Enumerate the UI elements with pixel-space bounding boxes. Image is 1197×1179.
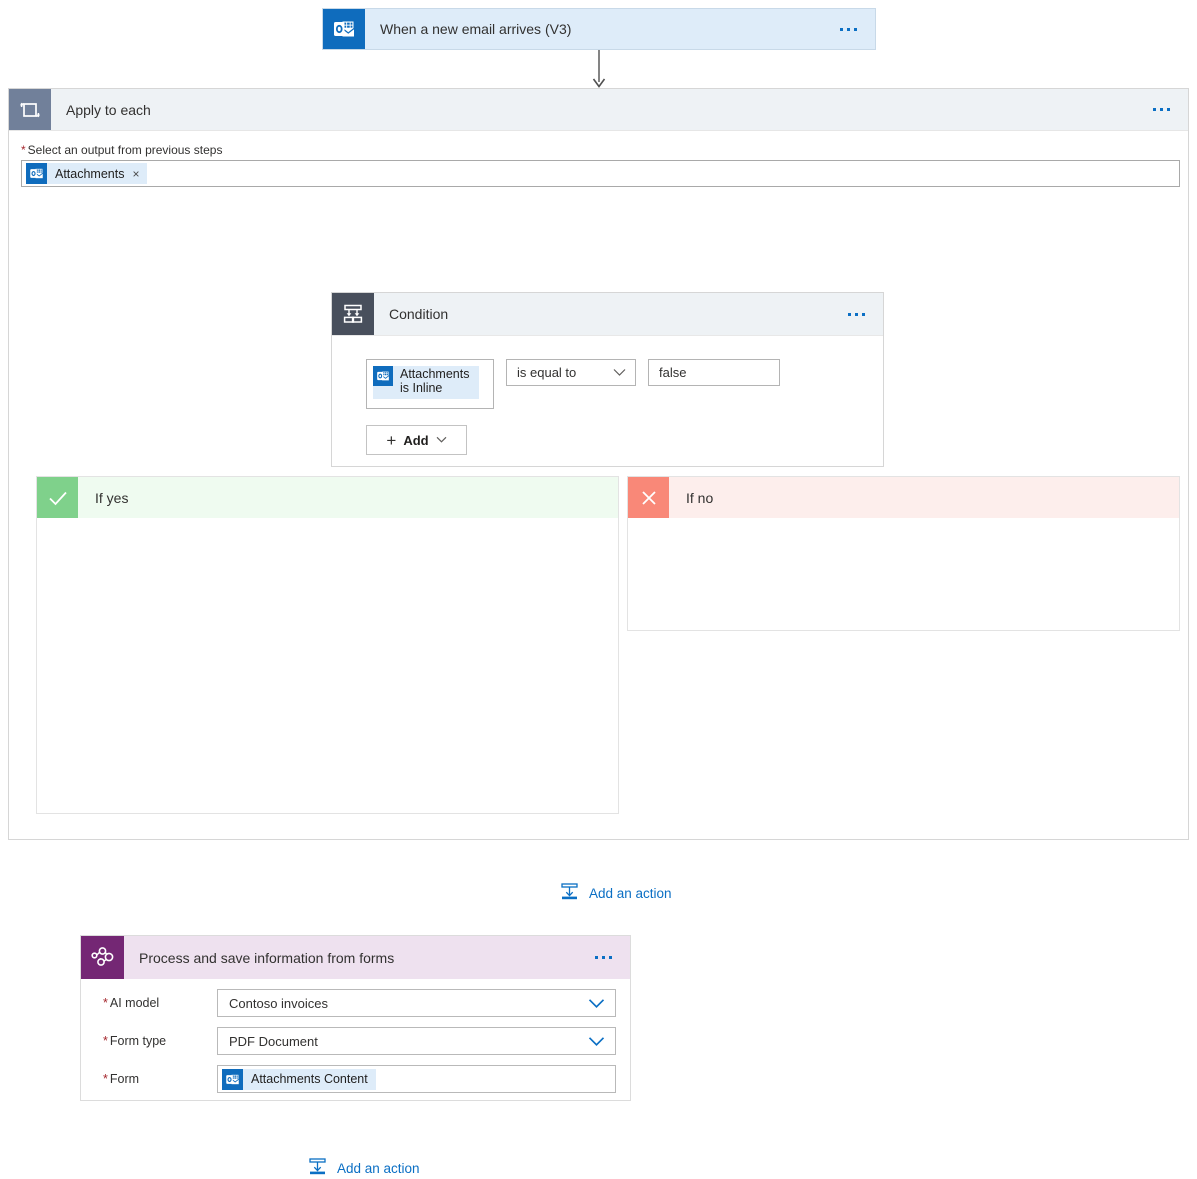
add-action-icon: [560, 882, 579, 904]
condition-operator-select[interactable]: is equal to: [506, 359, 636, 386]
required-marker: *: [103, 1034, 108, 1048]
chevron-down-icon: [588, 1036, 605, 1047]
add-action-yes-branch[interactable]: Add an action: [308, 1157, 420, 1179]
ai-model-field: *AI model Contoso invoices: [95, 989, 616, 1017]
form-token-label: Attachments Content: [243, 1072, 376, 1086]
add-action-bottom[interactable]: Add an action: [560, 882, 672, 904]
form-label-text: Form: [110, 1072, 139, 1086]
form-type-label: *Form type: [95, 1034, 217, 1048]
outlook-icon: [222, 1069, 243, 1090]
loop-input-field[interactable]: Attachments ×: [21, 160, 1180, 187]
loop-icon: [9, 89, 51, 130]
form-input[interactable]: Attachments Content: [217, 1065, 616, 1093]
condition-icon: [332, 293, 374, 335]
condition-value-input[interactable]: false: [648, 359, 780, 386]
close-icon: [628, 477, 669, 518]
chevron-down-icon: [613, 368, 626, 377]
condition-title: Condition: [374, 293, 848, 335]
chevron-down-icon: [436, 436, 447, 444]
add-action-icon: [308, 1157, 327, 1179]
form-type-label-text: Form type: [110, 1034, 166, 1048]
condition-card[interactable]: Condition: [331, 292, 884, 467]
form-type-field: *Form type PDF Document: [95, 1027, 616, 1055]
condition-row: Attachments is Inline is equal to false: [366, 359, 883, 409]
trigger-more-menu[interactable]: [840, 9, 875, 49]
branch-no-header: If no: [628, 477, 1179, 518]
ai-model-value: Contoso invoices: [229, 996, 328, 1011]
required-marker: *: [103, 1072, 108, 1086]
condition-operand-token[interactable]: Attachments is Inline: [373, 366, 479, 399]
branch-if-no: If no Add an action: [627, 476, 1180, 631]
ai-model-label: *AI model: [95, 996, 217, 1010]
loop-input-label: *Select an output from previous steps: [21, 143, 1188, 157]
branch-if-yes: If yes Process and save information: [36, 476, 619, 814]
close-icon[interactable]: ×: [132, 167, 146, 181]
ai-model-dropdown[interactable]: Contoso invoices: [217, 989, 616, 1017]
form-field: *Form: [95, 1065, 616, 1093]
required-marker: *: [21, 143, 26, 157]
ai-builder-icon: [81, 936, 124, 979]
condition-operand-line2: is Inline: [400, 381, 469, 395]
trigger-header: When a new email arrives (V3): [323, 9, 875, 49]
apply-to-each-title: Apply to each: [51, 89, 1153, 130]
branch-no-label: If no: [669, 477, 713, 518]
flow-designer-canvas: When a new email arrives (V3) Apply to e…: [0, 0, 1197, 848]
branch-yes-label: If yes: [78, 477, 128, 518]
outlook-icon: [26, 163, 47, 184]
condition-more-menu[interactable]: [848, 293, 883, 335]
outlook-icon: [323, 9, 365, 49]
add-action-bottom-label: Add an action: [589, 886, 672, 901]
condition-header: Condition: [332, 293, 883, 336]
form-type-dropdown[interactable]: PDF Document: [217, 1027, 616, 1055]
branch-yes-header: If yes: [37, 477, 618, 518]
attachments-content-token[interactable]: Attachments Content: [222, 1069, 376, 1090]
ai-action-title: Process and save information from forms: [124, 936, 595, 979]
condition-left-operand-field[interactable]: Attachments is Inline: [366, 359, 494, 409]
check-icon: [37, 477, 78, 518]
apply-to-each-container[interactable]: Apply to each *Select an output from pre…: [8, 88, 1189, 840]
ai-model-label-text: AI model: [110, 996, 159, 1010]
loop-input-label-text: Select an output from previous steps: [28, 143, 223, 157]
add-condition-label: Add: [403, 433, 428, 448]
connector-arrow: [592, 50, 606, 90]
apply-to-each-more-menu[interactable]: [1153, 89, 1188, 130]
ai-builder-action-card[interactable]: Process and save information from forms …: [80, 935, 631, 1101]
condition-operator-value: is equal to: [517, 365, 576, 380]
ai-action-more-menu[interactable]: [595, 936, 630, 979]
add-condition-button[interactable]: + Add: [366, 425, 467, 455]
ai-action-header: Process and save information from forms: [81, 936, 630, 979]
trigger-title: When a new email arrives (V3): [365, 9, 840, 49]
chevron-down-icon: [588, 998, 605, 1009]
required-marker: *: [103, 996, 108, 1010]
apply-to-each-header: Apply to each: [9, 89, 1188, 131]
trigger-card[interactable]: When a new email arrives (V3): [322, 8, 876, 50]
attachments-token-label: Attachments: [47, 167, 132, 181]
add-action-yes-label: Add an action: [337, 1161, 420, 1176]
outlook-icon: [373, 366, 393, 386]
attachments-token[interactable]: Attachments ×: [26, 163, 147, 184]
form-type-value: PDF Document: [229, 1034, 318, 1049]
plus-icon: +: [386, 432, 396, 449]
form-label: *Form: [95, 1072, 217, 1086]
condition-operand-line1: Attachments: [400, 367, 469, 381]
